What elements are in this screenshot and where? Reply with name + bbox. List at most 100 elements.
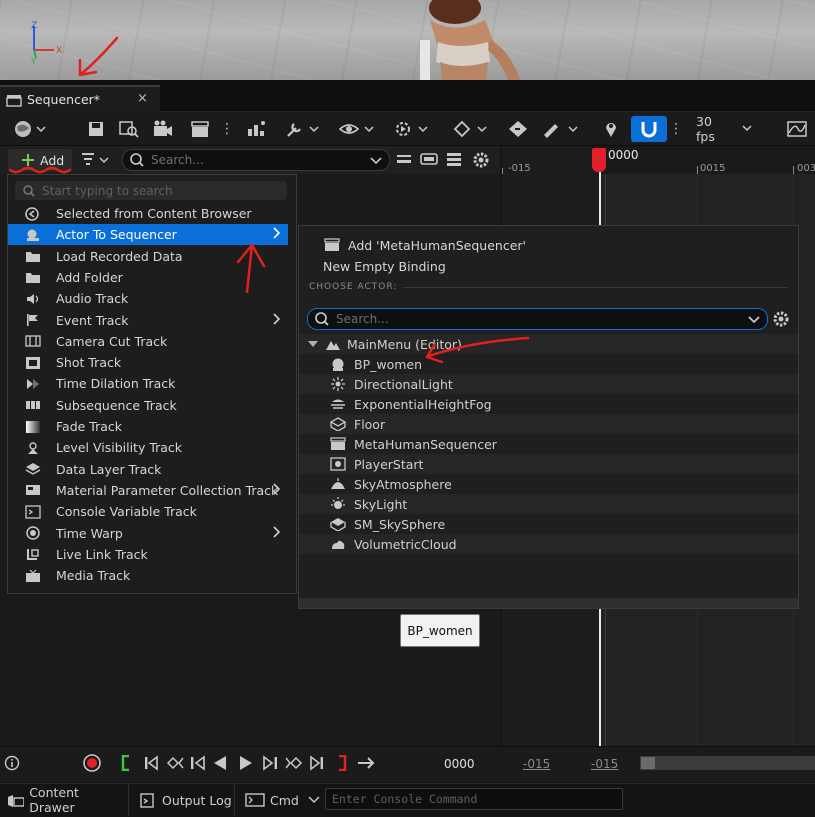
play-icon[interactable] xyxy=(238,755,254,771)
edit-mode-button[interactable] xyxy=(540,116,582,142)
level-group-row[interactable]: MainMenu (Editor) xyxy=(299,334,798,354)
actor-list-item[interactable]: MetaHumanSequencer xyxy=(299,434,798,454)
add-menu-item[interactable]: Live Link Track xyxy=(8,544,288,565)
cmd-dropdown[interactable]: Cmd xyxy=(242,787,322,813)
save-button[interactable] xyxy=(85,116,107,142)
console-command-input[interactable]: Enter Console Command xyxy=(325,788,623,810)
chevron-right-icon xyxy=(272,226,282,240)
add-track-button[interactable]: Add xyxy=(8,149,72,171)
add-menu-item[interactable]: Material Parameter Collection Track xyxy=(8,480,288,501)
add-menu-item[interactable]: Time Warp xyxy=(8,523,288,544)
view-options-button[interactable] xyxy=(338,116,378,142)
camera-button[interactable] xyxy=(151,116,175,142)
actor-list-item[interactable]: SkyLight xyxy=(299,494,798,514)
actor-name: Floor xyxy=(354,416,386,432)
range-start-bracket-icon[interactable] xyxy=(120,755,132,771)
next-key-icon[interactable] xyxy=(285,755,303,771)
output-log-button[interactable]: Output Log xyxy=(136,787,232,813)
record-icon[interactable] xyxy=(82,753,102,773)
snap-options-button[interactable]: ⋮ xyxy=(669,116,683,142)
add-menu-item[interactable]: Selected from Content Browser xyxy=(8,203,288,224)
new-empty-binding-item[interactable]: New Empty Binding xyxy=(323,256,623,276)
add-menu-item[interactable]: Audio Track xyxy=(8,288,288,309)
chevron-right-icon xyxy=(272,525,282,539)
actor-list-item[interactable]: SM_SkySphere xyxy=(299,514,798,534)
toggle-tracks-button[interactable] xyxy=(420,152,440,168)
actions-button[interactable] xyxy=(244,116,268,142)
step-forward-icon[interactable] xyxy=(261,755,279,771)
current-frame-display[interactable]: 0000 xyxy=(444,757,475,771)
camera-cut-icon xyxy=(24,334,42,348)
add-menu-item[interactable]: Subsequence Track xyxy=(8,395,288,416)
actor-picker-settings-button[interactable] xyxy=(772,310,790,328)
step-back-icon[interactable] xyxy=(189,755,207,771)
track-search-input[interactable]: Search... xyxy=(122,149,390,171)
add-menu-search-input[interactable]: Start typing to search xyxy=(15,181,287,200)
search-icon xyxy=(130,153,144,167)
add-menu-item[interactable]: Media Track xyxy=(8,565,288,586)
actor-list-item[interactable]: VolumetricCloud xyxy=(299,534,798,554)
add-menu-item[interactable]: Console Variable Track xyxy=(8,501,288,522)
add-menu-item[interactable]: Event Track xyxy=(8,310,288,331)
previous-key-icon[interactable] xyxy=(166,755,184,771)
view-range-end[interactable]: -015 xyxy=(591,757,618,771)
add-menu-item[interactable]: Shot Track xyxy=(8,352,288,373)
fps-dropdown[interactable]: 30 fps xyxy=(690,114,756,144)
play-reverse-icon[interactable] xyxy=(212,755,228,771)
tab-close-button[interactable]: × xyxy=(137,91,148,106)
jump-to-start-icon[interactable] xyxy=(143,755,159,771)
player-start-icon xyxy=(330,457,346,471)
add-menu-item[interactable]: Actor To Sequencer xyxy=(8,224,288,246)
curve-editor-button[interactable] xyxy=(784,116,810,142)
add-menu-item[interactable]: Add Folder xyxy=(8,267,288,288)
actor-list-item[interactable]: PlayerStart xyxy=(299,454,798,474)
key-options-button[interactable] xyxy=(451,116,491,142)
add-menu-item[interactable]: Load Recorded Data xyxy=(8,246,288,267)
actor-search-input[interactable]: Search... xyxy=(307,308,768,330)
toolbar-more-button[interactable]: ⋮ xyxy=(220,116,234,142)
output-log-label: Output Log xyxy=(162,792,232,808)
filter-button[interactable] xyxy=(80,151,114,171)
auto-key-button[interactable] xyxy=(506,116,530,142)
playback-options-button[interactable] xyxy=(392,116,432,142)
actor-list-item[interactable]: DirectionalLight xyxy=(299,374,798,394)
clapper-icon xyxy=(6,95,22,107)
tab-sequencer[interactable]: Sequencer* × xyxy=(0,85,160,112)
content-drawer-button[interactable]: Content Drawer xyxy=(4,785,124,815)
range-end-bracket-icon[interactable] xyxy=(336,755,348,771)
find-in-browser-button[interactable] xyxy=(117,116,141,142)
add-menu-item[interactable]: Level Visibility Track xyxy=(8,437,288,458)
add-menu-item[interactable]: Camera Cut Track xyxy=(8,331,288,352)
render-movie-button[interactable] xyxy=(188,116,212,142)
collapse-tracks-button[interactable] xyxy=(396,152,414,168)
playhead-handle[interactable] xyxy=(592,148,606,172)
scrollbar-thumb[interactable] xyxy=(641,757,655,769)
divider xyxy=(234,785,235,815)
add-menu-item[interactable]: Fade Track xyxy=(8,416,288,437)
world-menu-button[interactable] xyxy=(10,116,50,142)
expand-tracks-button[interactable] xyxy=(446,152,464,168)
actor-list-item[interactable]: SkyAtmosphere xyxy=(299,474,798,494)
tools-menu-button[interactable] xyxy=(283,116,323,142)
actor-list-item[interactable]: ExponentialHeightFog xyxy=(299,394,798,414)
add-menu-item[interactable]: Time Dilation Track xyxy=(8,373,288,394)
timeline-scrollbar[interactable] xyxy=(640,756,815,770)
settings-button[interactable] xyxy=(472,151,490,169)
gear-icon xyxy=(473,152,489,168)
info-icon[interactable] xyxy=(4,755,20,771)
add-menu-item[interactable]: Data Layer Track xyxy=(8,459,288,480)
tv-icon xyxy=(24,569,42,583)
clapper-icon xyxy=(324,238,340,251)
loop-arrow-icon[interactable] xyxy=(356,755,376,771)
add-menu-item-label: Console Variable Track xyxy=(56,504,197,520)
view-range-start[interactable]: -015 xyxy=(523,757,550,771)
actor-list-item[interactable]: BP_women xyxy=(299,354,798,374)
add-menu-item-label: Selected from Content Browser xyxy=(56,206,252,221)
divider xyxy=(128,785,129,815)
jump-to-end-icon[interactable] xyxy=(309,755,325,771)
add-sequence-item[interactable]: Add 'MetaHumanSequencer' xyxy=(320,235,620,255)
level-viewport[interactable]: Z X Y xyxy=(0,0,815,80)
actor-list-item[interactable]: Floor xyxy=(299,414,798,434)
marker-button[interactable] xyxy=(602,116,620,142)
snap-toggle-button[interactable] xyxy=(631,116,667,142)
